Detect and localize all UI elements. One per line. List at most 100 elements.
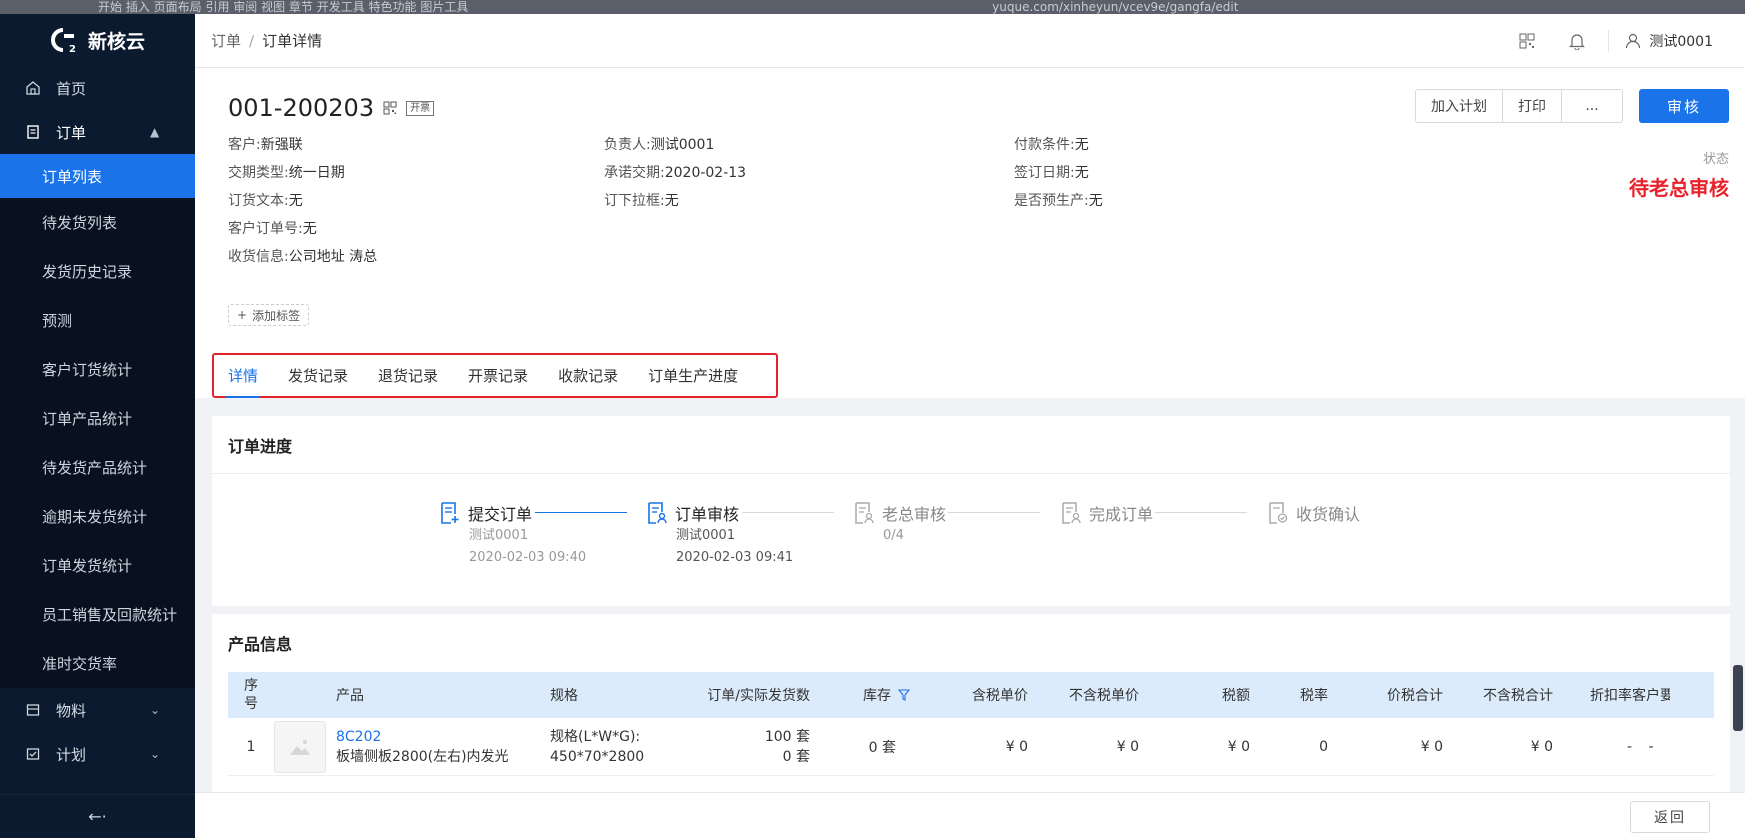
invoice-tag: 开票 [406, 100, 435, 116]
cell-customer-req: - [1648, 738, 1654, 755]
filter-icon[interactable] [898, 689, 910, 701]
detail-tabs: 详情 发货记录 退货记录 开票记录 收款记录 订单生产进度 [212, 353, 778, 398]
sidebar-collapse-button[interactable]: ←· [0, 794, 195, 838]
more-button[interactable]: ... [1562, 90, 1622, 122]
scrollbar-handle[interactable] [1733, 665, 1743, 731]
app-logo[interactable]: 2 新核云 [0, 14, 195, 66]
ordered-qty: 100 套 [764, 728, 810, 745]
nav-overdue-stats[interactable]: 逾期未发货统计 [0, 492, 195, 541]
header-right: 测试0001 [1502, 14, 1745, 68]
nav-forecast[interactable]: 预测 [0, 296, 195, 345]
tab-details[interactable]: 详情 [225, 355, 261, 398]
field-value: 公司地址 涛总 [288, 249, 378, 265]
cell-tax: ¥ 0 [1227, 738, 1250, 755]
nav-shipment-history[interactable]: 发货历史记录 [0, 247, 195, 296]
qrcode-button[interactable] [1502, 14, 1552, 68]
field-payment: 付款条件:无 [1014, 134, 1089, 154]
product-name: 板墙侧板2800(左右)内发光 [336, 748, 509, 765]
order-number-title: 001-200203 开票 [228, 94, 435, 122]
step-order-review: 订单审核 测试0001 2020-02-03 09:41 [647, 501, 793, 569]
add-tag-button[interactable]: + 添加标签 [228, 304, 310, 326]
nav-pending-product-stats[interactable]: 待发货产品统计 [0, 443, 195, 492]
action-button-group: 加入计划 打印 ... [1415, 89, 1623, 123]
col-price-tax: 含税单价 [972, 688, 1028, 704]
step-connector [948, 512, 1040, 513]
nav-order[interactable]: 订单 ▲ [0, 110, 195, 154]
spec-label: 规格(L*W*G): [550, 728, 641, 745]
field-label: 客户订单号: [228, 221, 303, 237]
field-label: 订下拉框: [604, 193, 665, 209]
field-label: 交期类型: [228, 165, 289, 181]
product-code-link[interactable]: 8C202 [336, 727, 550, 747]
tab-invoice-records[interactable]: 开票记录 [468, 355, 528, 396]
field-label: 负责人: [604, 137, 651, 153]
nav-material-label: 物料 [56, 701, 87, 720]
field-label: 付款条件: [1014, 137, 1075, 153]
nav-plan[interactable]: 计划 ⌄ [0, 732, 195, 776]
nav-order-product-stats[interactable]: 订单产品统计 [0, 394, 195, 443]
cell-order-qty: 100 套 0 套 [698, 727, 810, 767]
col-spec: 规格 [550, 688, 578, 704]
table-row[interactable]: 1 8C202 板墙侧板2800(左右)内发光 规格(L*W*G): 450*7… [228, 718, 1714, 776]
browser-url: yuque.com/xinheyun/vcev9e/gangfa/edit [992, 0, 1239, 14]
breadcrumb-order[interactable]: 订单 [211, 32, 241, 50]
breadcrumb-current: 订单详情 [262, 32, 323, 50]
nav-material[interactable]: 物料 ⌄ [0, 688, 195, 732]
progress-steps: 提交订单 测试0001 2020-02-03 09:40 订单审核 测试0001… [212, 474, 1730, 606]
field-value: 测试0001 [650, 137, 715, 153]
col-index: 序号 [228, 677, 274, 713]
tab-shipment-records[interactable]: 发货记录 [288, 355, 348, 396]
field-value: 2020-02-13 [664, 165, 747, 181]
field-label: 客户: [228, 137, 261, 153]
step-time: 2020-02-03 09:40 [469, 550, 587, 565]
order-actions: 加入计划 打印 ... 审核 [1415, 89, 1729, 123]
user-menu[interactable]: 测试0001 [1625, 31, 1713, 51]
add-to-plan-button[interactable]: 加入计划 [1416, 90, 1503, 122]
step-count: 0/4 [883, 528, 904, 543]
document-user-icon [855, 502, 874, 524]
col-order-qty: 订单/实际发货数 [707, 688, 810, 704]
cell-total-notax: ¥ 0 [1530, 738, 1553, 755]
nav-order-shipment-stats[interactable]: 订单发货统计 [0, 541, 195, 590]
qrcode-icon[interactable] [383, 101, 397, 115]
field-order-text: 订货文本:无 [228, 190, 303, 210]
step-connector [1155, 512, 1247, 513]
field-value: 新强联 [260, 137, 303, 153]
step-time: 2020-02-03 09:41 [676, 550, 794, 565]
nav-home[interactable]: 首页 [0, 66, 195, 110]
cell-spec: 规格(L*W*G): 450*70*2800 [550, 727, 698, 767]
document-add-icon [441, 502, 459, 524]
field-delivery-type: 交期类型:统一日期 [228, 162, 345, 182]
breadcrumb-separator: / [249, 32, 255, 50]
add-tag-label: 添加标签 [252, 308, 301, 323]
nav-pending-shipment[interactable]: 待发货列表 [0, 198, 195, 247]
cell-index: 1 [246, 738, 256, 755]
approve-button[interactable]: 审核 [1639, 89, 1729, 123]
field-label: 是否预生产: [1014, 193, 1089, 209]
nav-sales-payment-stats[interactable]: 员工销售及回款统计 [0, 590, 195, 639]
table-header: 序号 产品 规格 订单/实际发货数 库存 含税单价 不含税单价 税额 税率 价税… [228, 672, 1714, 718]
tab-return-records[interactable]: 退货记录 [378, 355, 438, 396]
cell-stock: 0 套 [868, 739, 896, 756]
spec-value: 450*70*2800 [550, 748, 645, 765]
col-stock: 库存 [810, 685, 910, 705]
product-image-placeholder [274, 720, 326, 773]
notification-button[interactable] [1552, 14, 1602, 68]
tab-production-progress[interactable]: 订单生产进度 [648, 355, 738, 396]
col-product: 产品 [336, 688, 364, 704]
plus-icon: + [237, 308, 248, 322]
back-button[interactable]: 返回 [1630, 801, 1710, 833]
nav-order-list[interactable]: 订单列表 [0, 154, 195, 198]
step-label: 收货确认 [1296, 505, 1361, 524]
shipped-qty: 0 套 [782, 748, 810, 765]
user-name: 测试0001 [1649, 34, 1713, 50]
nav-ontime-rate[interactable]: 准时交货率 [0, 639, 195, 688]
nav-customer-order-stats[interactable]: 客户订货统计 [0, 345, 195, 394]
print-button[interactable]: 打印 [1503, 90, 1562, 122]
user-icon [1626, 33, 1641, 49]
chevron-down-icon: ⌄ [150, 703, 161, 717]
document-user-icon [1062, 502, 1081, 524]
tab-payment-records[interactable]: 收款记录 [558, 355, 618, 396]
col-price-notax: 不含税单价 [1069, 688, 1139, 704]
cell-total-tax: ¥ 0 [1420, 738, 1443, 755]
